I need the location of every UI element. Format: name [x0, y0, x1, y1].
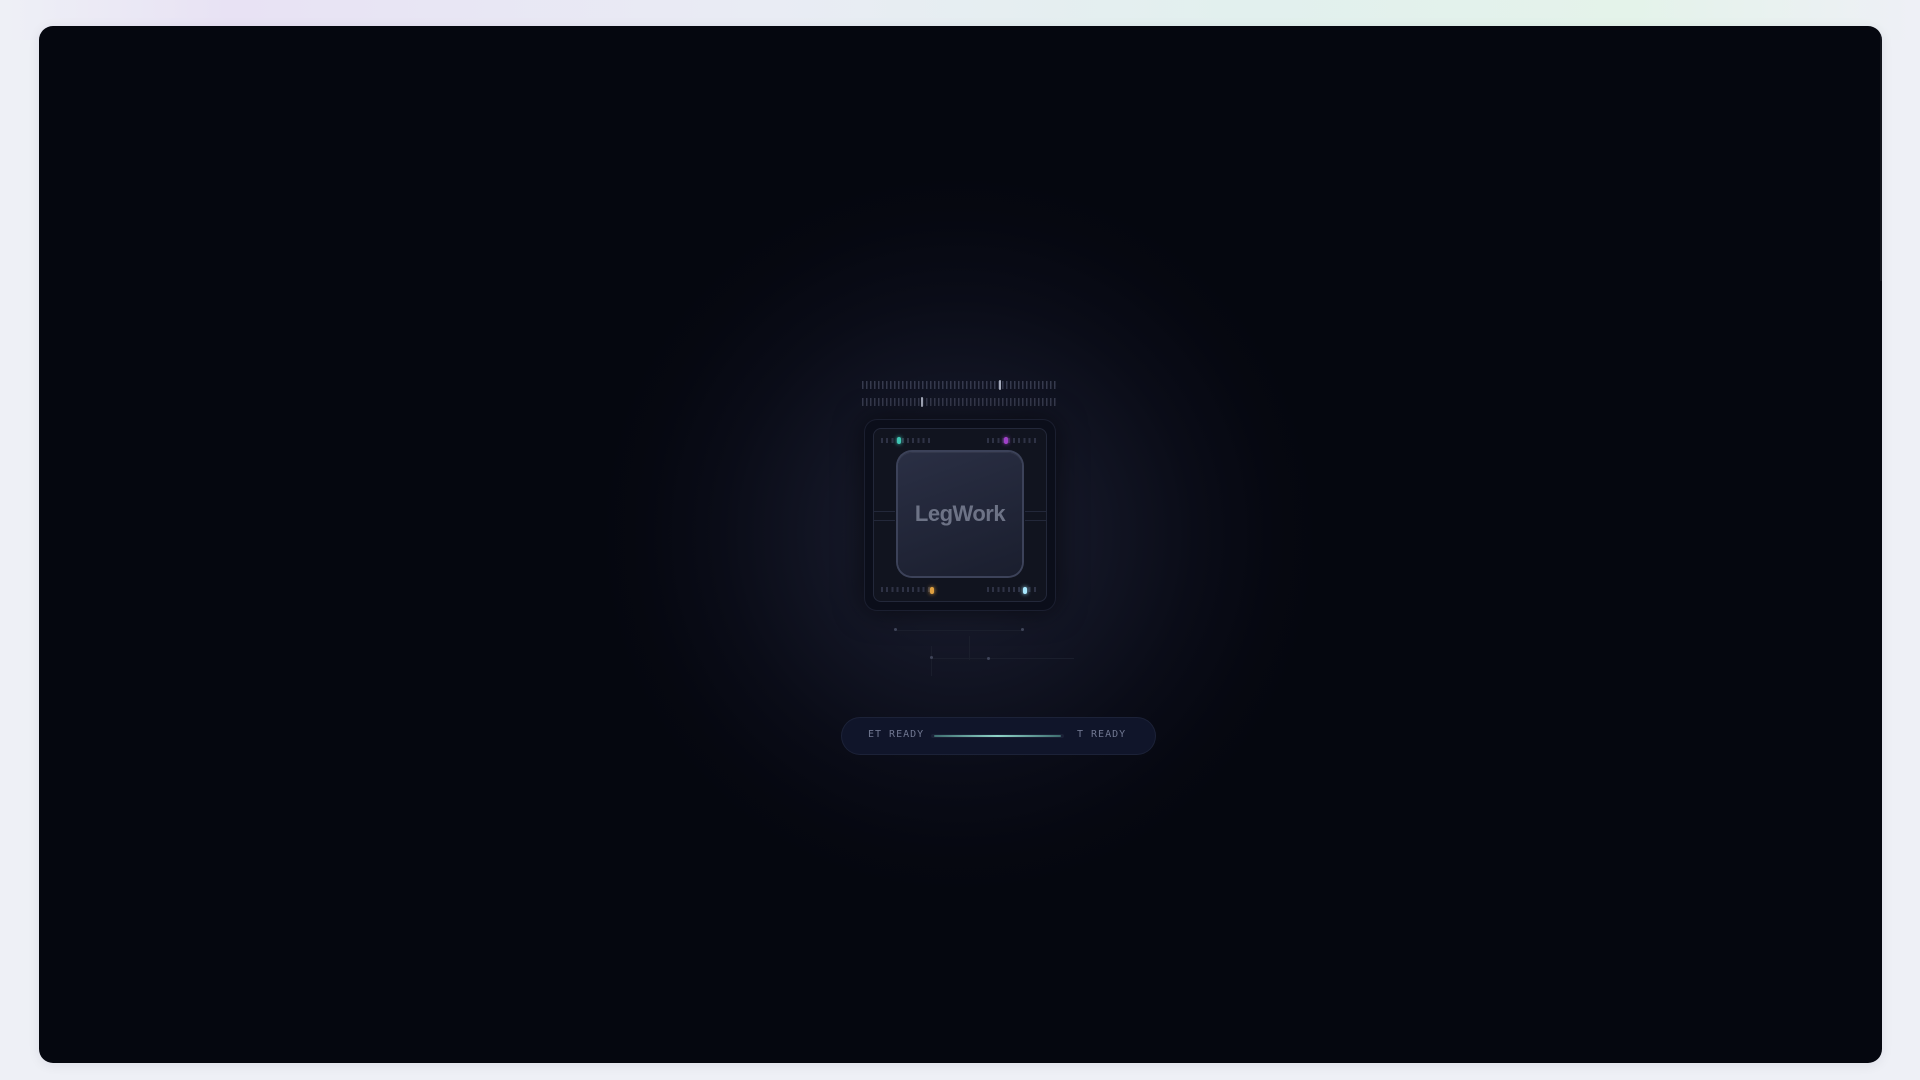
chip-pins: [881, 587, 933, 592]
status-led-icon: [897, 437, 901, 444]
trace-node: [894, 628, 897, 631]
loading-progress-fill: [934, 735, 1061, 737]
app-window: LegWork ET READY T READY: [39, 26, 1882, 1063]
loading-progress-bar: [931, 734, 1064, 738]
trace-line: [895, 630, 1023, 631]
chip-logo: LegWork: [865, 420, 1055, 610]
status-led-icon: [1023, 587, 1027, 594]
status-led-icon: [1004, 437, 1008, 444]
chip-rail: [873, 511, 895, 521]
trace-line: [969, 636, 970, 660]
chip-pins: [987, 587, 1039, 592]
trace-node: [1021, 628, 1024, 631]
status-text-left: ET READY: [868, 729, 925, 740]
tick-meter-marker: [999, 380, 1001, 390]
scrollbar[interactable]: [1880, 26, 1882, 281]
loading-status-bar: ET READY T READY: [842, 718, 1155, 754]
trace-line: [932, 658, 1074, 659]
trace-node: [930, 656, 933, 659]
trace-line: [931, 646, 932, 676]
tick-meter-bottom: [862, 397, 1058, 407]
tick-meter-top: [862, 380, 1058, 390]
chip-pins: [881, 438, 933, 443]
chip-core: LegWork: [898, 452, 1022, 576]
status-led-icon: [930, 587, 934, 594]
trace-node: [987, 657, 990, 660]
tick-meter-marker: [921, 397, 923, 407]
chip-board: LegWork: [873, 428, 1047, 602]
status-text-right: T READY: [1077, 729, 1127, 740]
chip-rail: [1025, 511, 1047, 521]
logo-text: LegWork: [914, 501, 1006, 526]
chip-pins: [987, 438, 1039, 443]
